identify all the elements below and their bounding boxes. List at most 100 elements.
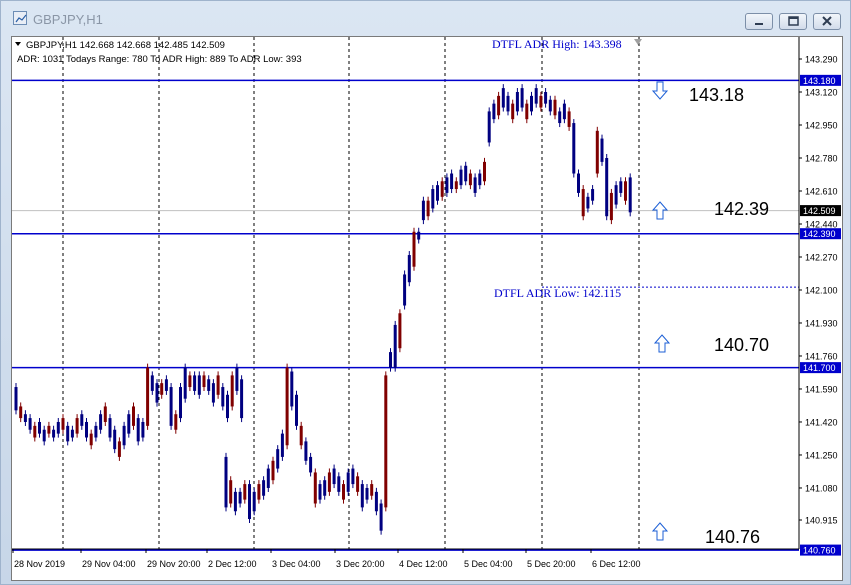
candle-body <box>136 418 140 442</box>
candle-body <box>252 491 256 512</box>
price-axis: 143.290 143.120 142.950 142.780 142.610 142.4… <box>798 37 841 556</box>
y-tick-label: 143.290 <box>805 55 838 65</box>
price-chart[interactable]: 143.290 143.120 142.950 142.780 142.610 142.4… <box>12 37 842 580</box>
candle-body <box>327 472 331 492</box>
candle-body <box>468 173 472 186</box>
candle-body <box>42 429 46 442</box>
candle-body <box>226 394 229 419</box>
close-button[interactable] <box>813 13 841 30</box>
collapse-triangle-icon[interactable] <box>15 42 21 46</box>
candle-body <box>384 375 388 508</box>
x-tick-label: 28 Nov 2019 <box>14 559 65 569</box>
adr-low-label: DTFL ADR Low: 142.115 <box>494 286 621 300</box>
candle-body <box>553 99 557 116</box>
level-price-tag-text: 143.180 <box>803 76 836 86</box>
candle-body <box>619 181 623 193</box>
candle-body <box>266 468 270 488</box>
candle-body <box>169 387 173 426</box>
candle-body <box>515 91 519 112</box>
candle-body <box>183 367 187 399</box>
candle-body <box>70 429 74 438</box>
candle-body <box>342 484 345 500</box>
y-tick-label: 142.100 <box>805 285 838 295</box>
candle-body <box>99 414 103 430</box>
x-tick-label: 3 Dec 20:00 <box>336 559 385 569</box>
candle-body <box>207 379 211 391</box>
candle-body <box>75 418 79 434</box>
candle-body <box>108 418 112 438</box>
candle-body <box>299 425 303 446</box>
candle-body <box>450 173 454 190</box>
candle-body <box>591 189 595 201</box>
candle-body <box>586 196 590 209</box>
restore-button[interactable] <box>779 13 807 30</box>
candle-body <box>389 352 392 368</box>
restore-icon <box>788 16 799 26</box>
candle-body <box>501 88 505 108</box>
level-label-1: 143.18 <box>689 85 744 105</box>
candle-body <box>464 165 468 182</box>
candle-body <box>19 406 23 419</box>
candle-body <box>374 491 378 512</box>
candle-body <box>492 103 496 120</box>
candle-body <box>614 185 618 205</box>
level-price-tag-text: 141.700 <box>803 363 836 373</box>
candle-body <box>431 189 435 209</box>
level-lines <box>12 79 799 551</box>
candle-body <box>235 367 239 391</box>
candle-body <box>248 484 251 520</box>
candle-body <box>548 99 552 112</box>
y-tick-label: 141.250 <box>805 450 838 460</box>
candle-body <box>52 429 56 438</box>
candle-body <box>445 177 449 193</box>
level-label-4: 140.76 <box>705 527 760 547</box>
candle-body <box>28 418 32 430</box>
candle-body <box>221 387 225 407</box>
minimize-button[interactable] <box>745 13 773 30</box>
candle-body <box>478 173 482 186</box>
current-price-tag-text: 142.509 <box>803 206 836 216</box>
candle-body <box>558 111 562 124</box>
candle-body <box>393 324 397 368</box>
candle-body <box>85 421 88 438</box>
candle-body <box>285 367 289 446</box>
x-tick-label: 29 Nov 04:00 <box>82 559 136 569</box>
symbol-ohlc-line: GBPJPY,H1 142.668 142.668 142.485 142.50… <box>26 40 225 51</box>
candle-body <box>66 425 70 442</box>
candle-body <box>113 429 117 450</box>
title-bar[interactable]: GBPJPY,H1 <box>1 1 850 35</box>
candle-body <box>483 161 486 182</box>
candle-body <box>14 387 18 411</box>
candle-body <box>33 425 37 438</box>
candle-body <box>497 95 501 116</box>
chart-area[interactable]: 143.290 143.120 142.950 142.780 142.610 142.4… <box>11 36 843 581</box>
y-tick-label: 140.915 <box>805 516 838 526</box>
candle-body <box>577 173 580 193</box>
candle-body <box>520 88 524 108</box>
x-tick-label: 3 Dec 04:00 <box>272 559 321 569</box>
candle-body <box>155 383 159 403</box>
candle-body <box>290 371 294 407</box>
adr-stats-line: ADR: 1031 Todays Range: 780 To ADR High:… <box>17 54 302 65</box>
candle-body <box>417 231 421 240</box>
candle-body <box>23 414 27 422</box>
y-tick-label: 141.590 <box>805 384 838 394</box>
candle-body <box>280 433 284 457</box>
candle-body <box>436 185 439 201</box>
candle-body <box>238 491 242 504</box>
candle-body <box>103 406 107 422</box>
candle-body <box>398 313 402 349</box>
candle-body <box>146 367 150 426</box>
candle-body <box>346 472 350 492</box>
candle-body <box>216 375 220 395</box>
candle-body <box>117 441 121 457</box>
candle-body <box>323 480 327 496</box>
candle-body <box>605 157 609 217</box>
candle-body <box>572 123 576 174</box>
candle-body <box>426 200 430 217</box>
candle-body <box>127 414 131 434</box>
x-tick-label: 6 Dec 12:00 <box>592 559 641 569</box>
up-arrow-icon <box>651 522 669 541</box>
candle-body <box>421 200 425 221</box>
level-label-2: 142.39 <box>714 199 769 219</box>
